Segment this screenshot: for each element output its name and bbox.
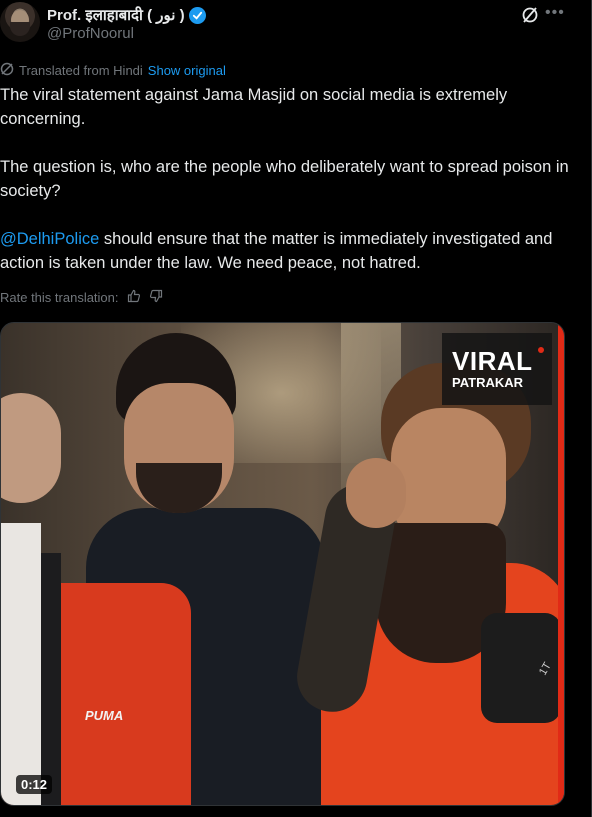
video-duration: 0:12 [16,775,53,794]
author-handle[interactable]: @ProfNoorul [47,25,134,42]
thumbs-down-icon[interactable] [149,289,163,306]
rate-translation-label: Rate this translation: [0,290,119,305]
mention-link[interactable]: @DelhiPolice [0,230,99,248]
person-left: PUMA [1,353,191,805]
more-icon[interactable]: ••• [545,4,565,22]
translation-info: Translated from Hindi Show original [0,62,226,78]
video-red-edge [558,323,564,805]
tweet-paragraph: The viral statement against Jama Masjid … [0,86,508,128]
tweet-paragraph: @DelhiPolice should ensure that the matt… [0,227,580,275]
thumbs-up-icon[interactable] [127,289,141,306]
channel-logo: VIRAL PATRAKAR [442,333,552,405]
logo-line1: VIRAL [452,346,533,376]
tweet-text: The viral statement against Jama Masjid … [0,83,580,275]
tweet-paragraph: The question is, who are the people who … [0,158,569,200]
person-right: 1T [281,363,564,805]
logo-dot [538,347,544,353]
person-right-hand [346,458,406,528]
person-left-head [1,393,61,503]
translated-label: Translated from Hindi [19,62,143,78]
logo-line2: PATRAKAR [452,375,524,390]
grok-icon[interactable] [520,5,540,25]
video-player[interactable]: PUMA 1T VIRAL PATRAKAR 0:12 [0,322,565,806]
avatar-beard [10,22,30,36]
person-left-shirt [1,523,41,805]
author-display-name[interactable]: Prof. इलाहाबादी ( نور ) [47,5,185,25]
jacket-logo: PUMA [85,708,124,723]
tweet-header: Prof. इलाहाबादी ( نور ) @ProfNoorul ••• [0,0,591,50]
verified-badge-icon[interactable] [188,6,206,24]
person-middle-beard [136,463,222,513]
show-original-link[interactable]: Show original [148,63,226,78]
translate-icon [0,62,14,79]
rate-translation-row: Rate this translation: [0,289,163,306]
author-name-row: Prof. इलाहाबादी ( نور ) [47,5,206,25]
video-frame: PUMA 1T VIRAL PATRAKAR [1,323,564,805]
avatar[interactable] [0,2,40,42]
